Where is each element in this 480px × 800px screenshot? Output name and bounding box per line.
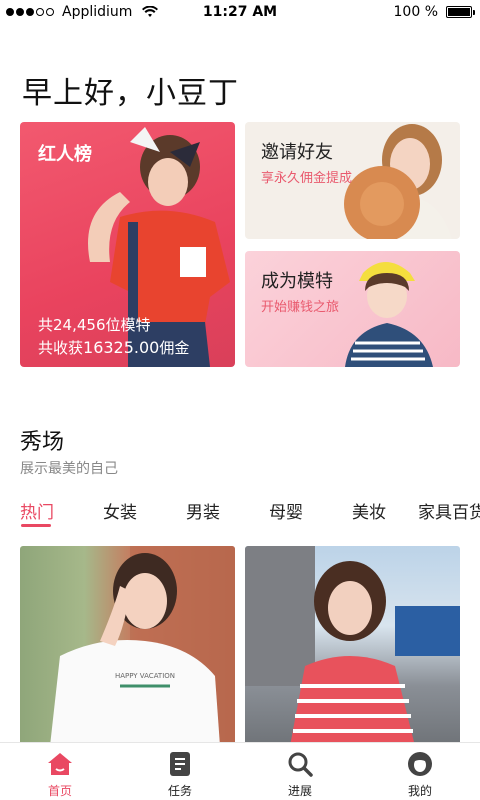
tab-beauty[interactable]: 美妆 bbox=[352, 498, 386, 523]
tab-maternity[interactable]: 母婴 bbox=[269, 498, 303, 523]
become-model-subtitle: 开始赚钱之旅 bbox=[261, 300, 340, 315]
show-photo-2[interactable] bbox=[245, 546, 460, 746]
ranking-card[interactable]: 红人榜 共24,456位模特 共收获16325.00佣金 bbox=[20, 122, 235, 367]
tab-menswear[interactable]: 男装 bbox=[186, 498, 220, 523]
become-model-title: 成为模特 bbox=[261, 271, 333, 292]
home-icon bbox=[48, 753, 72, 775]
status-bar: Applidium 11:27 AM 100 % bbox=[0, 0, 480, 26]
nav-progress[interactable]: 进展 bbox=[240, 743, 360, 800]
nav-home-label: 首页 bbox=[47, 784, 72, 798]
model-photo-1: HAPPY VACATION bbox=[50, 546, 235, 746]
nav-tasks[interactable]: 任务 bbox=[120, 743, 240, 800]
invite-photo bbox=[344, 124, 452, 239]
become-model-card[interactable]: 成为模特 开始赚钱之旅 bbox=[245, 251, 460, 367]
nav-progress-label: 进展 bbox=[287, 784, 312, 798]
commission-line: 共收获16325.00佣金 bbox=[38, 337, 189, 358]
battery-percent: 100 % bbox=[393, 4, 438, 20]
ranking-title: 红人榜 bbox=[38, 144, 92, 165]
battery-icon bbox=[446, 6, 475, 18]
nav-tasks-label: 任务 bbox=[167, 784, 192, 798]
nav-profile[interactable]: 我的 bbox=[360, 743, 480, 800]
tab-womenswear[interactable]: 女装 bbox=[103, 498, 137, 523]
search-icon bbox=[288, 752, 313, 777]
greeting-title: 早上好，小豆丁 bbox=[22, 76, 239, 111]
bottom-nav: 首页 任务 进展 我的 bbox=[0, 742, 480, 800]
tab-active-indicator bbox=[21, 524, 51, 527]
commission-value: 16325.00 bbox=[83, 338, 160, 357]
invite-subtitle: 享永久佣金提成 bbox=[261, 171, 353, 186]
nav-profile-label: 我的 bbox=[407, 784, 432, 798]
model-photo-2 bbox=[245, 546, 460, 746]
commission-prefix: 共收获 bbox=[38, 339, 84, 357]
nav-home[interactable]: 首页 bbox=[0, 743, 120, 800]
section-title: 秀场 bbox=[20, 430, 65, 455]
svg-text:HAPPY VACATION: HAPPY VACATION bbox=[115, 672, 175, 680]
tab-hot[interactable]: 热门 bbox=[20, 498, 54, 523]
invite-title: 邀请好友 bbox=[261, 142, 333, 163]
models-count: 共24,456位模特 bbox=[38, 316, 151, 334]
status-right: 100 % bbox=[393, 4, 475, 20]
show-photo-1[interactable]: HAPPY VACATION bbox=[20, 546, 235, 746]
task-icon bbox=[170, 752, 190, 776]
commission-suffix: 佣金 bbox=[159, 339, 190, 357]
invite-card[interactable]: 邀请好友 享永久佣金提成 bbox=[245, 122, 460, 239]
become-model-photo bbox=[345, 262, 433, 367]
section-subtitle: 展示最美的自己 bbox=[20, 461, 118, 477]
profile-icon bbox=[408, 752, 432, 776]
tab-home-goods[interactable]: 家具百货 bbox=[418, 498, 480, 523]
category-tabs: 热门 女装 男装 母婴 美妆 家具百货 bbox=[0, 492, 480, 532]
